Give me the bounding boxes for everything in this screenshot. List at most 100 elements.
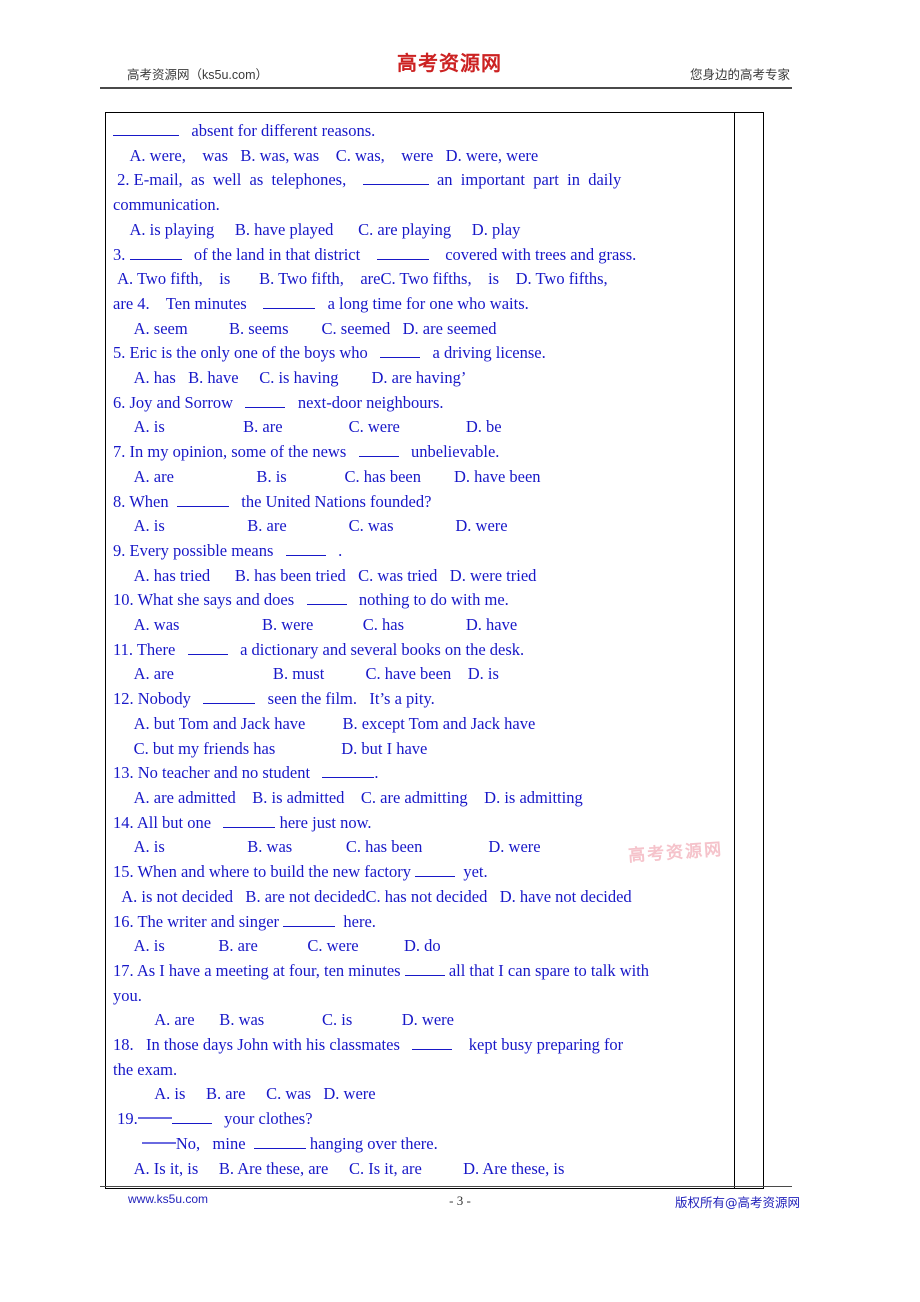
question-11-options: A. are B. must C. have been D. is (113, 664, 499, 684)
question-5-options: A. has B. have C. is having D. are havin… (113, 368, 467, 388)
question-17-text-b: all that I can spare to talk with (448, 960, 650, 980)
footer-copyright: 版权所有@高考资源网 (674, 1195, 800, 1210)
header-site-name: 高考资源网（ks5u.com） (127, 68, 268, 82)
page-header: 高考资源网（ks5u.com） 高考资源网 您身边的高考专家 (100, 44, 790, 86)
answer-blank (245, 406, 286, 408)
answer-blank (415, 876, 456, 878)
question-17-stem-b: you. (113, 985, 142, 1005)
answer-blank (404, 974, 445, 976)
answer-blank (187, 653, 228, 655)
question-5-stem: 5. Eric is the only one of the boys who … (113, 341, 727, 366)
question-16-text-a: 16. The writer and singer (113, 911, 280, 931)
question-8-stem: 8. When the United Nations founded? (113, 490, 727, 515)
question-8-text-a: 8. When (113, 491, 169, 511)
question-table: absent for different reasons. A. were, w… (105, 111, 764, 1190)
question-5-text-a: 5. Eric is the only one of the boys who (113, 343, 368, 363)
question-15-options: A. is not decided B. are not decidedC. h… (113, 886, 632, 906)
question-2-text-b: an important part in daily (436, 170, 622, 190)
answer-blank (263, 307, 316, 309)
question-12-stem: 12. Nobody seen the film. It’s a pity. (113, 687, 727, 712)
question-5-text-b: a driving license. (432, 343, 546, 363)
question-9-stem: 9. Every possible means . (113, 539, 727, 564)
question-13-options: A. are admitted B. is admitted C. are ad… (113, 787, 583, 807)
answer-blank (358, 456, 399, 458)
answer-blank (253, 1147, 306, 1149)
answer-blank (380, 357, 421, 359)
question-14-text-b: here just now. (279, 812, 372, 832)
question-14-stem: 14. All but one here just now. (113, 811, 727, 836)
question-10-text-b: nothing to do with me. (358, 590, 509, 610)
question-12-text-a: 12. Nobody (113, 689, 191, 709)
question-12-text-b: seen the film. It’s a pity. (267, 689, 435, 709)
answer-blank (322, 777, 375, 779)
question-1-text: absent for different reasons. (191, 121, 376, 140)
table-row: absent for different reasons. A. were, w… (105, 111, 764, 1190)
question-14-options: A. is B. was C. has been D. were (113, 837, 541, 857)
question-1-stem: absent for different reasons. (113, 119, 727, 144)
question-1-options: A. were, was B. was, was C. was, were D.… (113, 145, 539, 165)
question-6-options: A. is B. are C. were D. be (113, 417, 502, 437)
dialogue-dash (141, 1141, 176, 1144)
question-19-options: A. Is it, is B. Are these, are C. Is it,… (113, 1158, 565, 1178)
question-13-text-a: 13. No teacher and no student (113, 763, 311, 783)
question-10-text-a: 10. What she says and does (113, 590, 295, 610)
answer-blank (362, 184, 429, 186)
question-content-cell: absent for different reasons. A. were, w… (105, 111, 735, 1190)
question-11-text-a: 11. There (113, 639, 176, 659)
question-8-text-b: the United Nations founded? (241, 491, 432, 511)
question-17-stem-a: 17. As I have a meeting at four, ten min… (113, 959, 727, 984)
question-19-text-b: No, mine (175, 1133, 246, 1153)
question-2-stem-b: communication. (113, 195, 220, 215)
question-9-options: A. has tried B. has been tried C. was tr… (113, 565, 537, 585)
question-3-num: 3. (113, 244, 126, 264)
question-7-stem: 7. In my opinion, some of the news unbel… (113, 440, 727, 465)
question-18-options: A. is B. are C. was D. were (113, 1084, 376, 1104)
answer-blank (171, 1123, 212, 1125)
question-3-options-a: A. Two fifth, is B. Two fifth, areC. Two… (113, 269, 608, 289)
question-19-text-a: your clothes? (224, 1109, 313, 1129)
question-19-num: 19. (117, 1109, 138, 1129)
answer-blank (412, 1049, 453, 1051)
answer-blank (376, 258, 429, 260)
question-3-text-a: of the land in that district (193, 244, 361, 264)
answer-blank (285, 554, 326, 556)
question-13-stem: 13. No teacher and no student . (113, 761, 727, 786)
footer-divider (100, 1186, 792, 1187)
question-19-stem-b: No, mine hanging over there. (113, 1132, 727, 1157)
question-18-stem-b: the exam. (113, 1059, 178, 1079)
question-15-stem: 15. When and where to build the new fact… (113, 860, 727, 885)
question-16-options: A. is B. are C. were D. do (113, 936, 441, 956)
question-19-text-c: hanging over there. (309, 1133, 438, 1153)
question-15-text-a: 15. When and where to build the new fact… (113, 862, 411, 882)
question-18-text-b: kept busy preparing for (468, 1035, 624, 1055)
question-11-stem: 11. There a dictionary and several books… (113, 638, 727, 663)
question-10-stem: 10. What she says and does nothing to do… (113, 588, 727, 613)
question-12-options-b: C. but my friends has D. but I have (113, 738, 428, 758)
question-7-text-b: unbelievable. (411, 442, 500, 462)
question-6-text-b: next-door neighbours. (297, 392, 444, 412)
question-8-options: A. is B. are C. was D. were (113, 516, 508, 536)
answer-blank (283, 925, 336, 927)
question-19-stem-a: 19. your clothes? (113, 1107, 727, 1132)
question-7-options: A. are B. is C. has been D. have been (113, 466, 541, 486)
answer-blank (113, 135, 179, 136)
question-13-text-b: . (374, 763, 379, 783)
dialogue-dash (137, 1117, 172, 1120)
question-17-text-a: 17. As I have a meeting at four, ten min… (113, 960, 401, 980)
question-15-text-b: yet. (463, 862, 488, 882)
question-9-text-b: . (338, 540, 343, 560)
question-side-cell (734, 111, 764, 1190)
answer-blank (176, 505, 229, 507)
question-4-text: a long time for one who waits. (327, 293, 529, 313)
header-divider (100, 87, 792, 89)
question-18-text-a: 18. In those days John with his classmat… (113, 1035, 400, 1055)
question-16-stem: 16. The writer and singer here. (113, 910, 727, 935)
question-7-text-a: 7. In my opinion, some of the news (113, 442, 347, 462)
question-4-lead: are 4. Ten minutes (113, 293, 247, 313)
answer-blank (203, 703, 256, 705)
question-18-stem-a: 18. In those days John with his classmat… (113, 1033, 727, 1058)
question-2-options: A. is playing B. have played C. are play… (113, 219, 521, 239)
answer-blank (306, 604, 347, 606)
question-9-text-a: 9. Every possible means (113, 540, 274, 560)
question-6-stem: 6. Joy and Sorrow next-door neighbours. (113, 391, 727, 416)
